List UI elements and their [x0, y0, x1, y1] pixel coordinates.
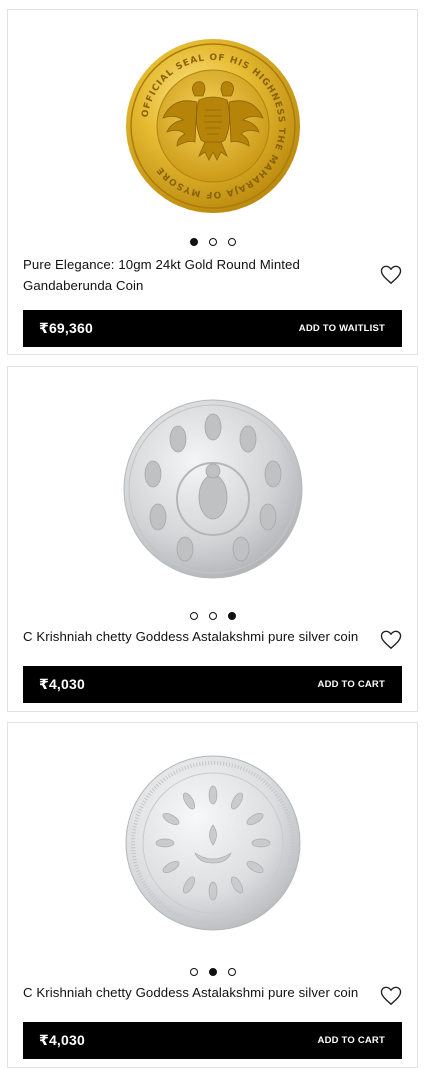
product-image[interactable]: [8, 367, 417, 592]
image-carousel-dots[interactable]: [8, 238, 417, 246]
carousel-dot-3[interactable]: [227, 238, 236, 246]
product-title[interactable]: C Krishniah chetty Goddess Astalakshmi p…: [23, 982, 383, 1003]
carousel-dot-2[interactable]: [208, 968, 217, 976]
heart-outline-icon[interactable]: [380, 630, 402, 650]
product-image[interactable]: [8, 723, 417, 948]
add-to-waitlist-button[interactable]: ADD TO WAITLIST: [299, 323, 385, 334]
product-price: ₹4,030: [39, 1032, 85, 1048]
product-card-silver-coin[interactable]: C Krishniah chetty Goddess Astalakshmi p…: [7, 366, 418, 712]
heart-outline-icon[interactable]: [380, 265, 402, 285]
carousel-dot-3[interactable]: [227, 612, 236, 620]
carousel-dot-1[interactable]: [189, 238, 198, 246]
carousel-dot-3[interactable]: [227, 968, 236, 976]
buy-bar: ₹4,030 ADD TO CART: [23, 666, 402, 703]
buy-bar: ₹69,360 ADD TO WAITLIST: [23, 310, 402, 347]
carousel-dot-1[interactable]: [189, 968, 198, 976]
silver-coin-image: [123, 399, 302, 579]
product-title[interactable]: Pure Elegance: 10gm 24kt Gold Round Mint…: [23, 254, 368, 296]
silver-coin-image: [125, 755, 300, 931]
product-price: ₹69,360: [39, 320, 93, 336]
product-price: ₹4,030: [39, 676, 85, 692]
carousel-dot-1[interactable]: [189, 612, 198, 620]
product-image[interactable]: OFFICIAL SEAL OF HIS HIGHNESS THE MAHARA…: [8, 10, 417, 235]
carousel-dot-2[interactable]: [208, 238, 217, 246]
add-to-cart-button[interactable]: ADD TO CART: [318, 679, 385, 690]
carousel-dot-2[interactable]: [208, 612, 217, 620]
buy-bar: ₹4,030 ADD TO CART: [23, 1022, 402, 1059]
product-card-silver-diya-coin[interactable]: C Krishniah chetty Goddess Astalakshmi p…: [7, 722, 418, 1068]
product-title[interactable]: C Krishniah chetty Goddess Astalakshmi p…: [23, 626, 383, 647]
product-card-gold-coin[interactable]: OFFICIAL SEAL OF HIS HIGHNESS THE MAHARA…: [7, 9, 418, 355]
add-to-cart-button[interactable]: ADD TO CART: [318, 1035, 385, 1046]
image-carousel-dots[interactable]: [8, 612, 417, 620]
gold-coin-image: OFFICIAL SEAL OF HIS HIGHNESS THE MAHARA…: [125, 39, 300, 213]
heart-outline-icon[interactable]: [380, 986, 402, 1006]
image-carousel-dots[interactable]: [8, 968, 417, 976]
